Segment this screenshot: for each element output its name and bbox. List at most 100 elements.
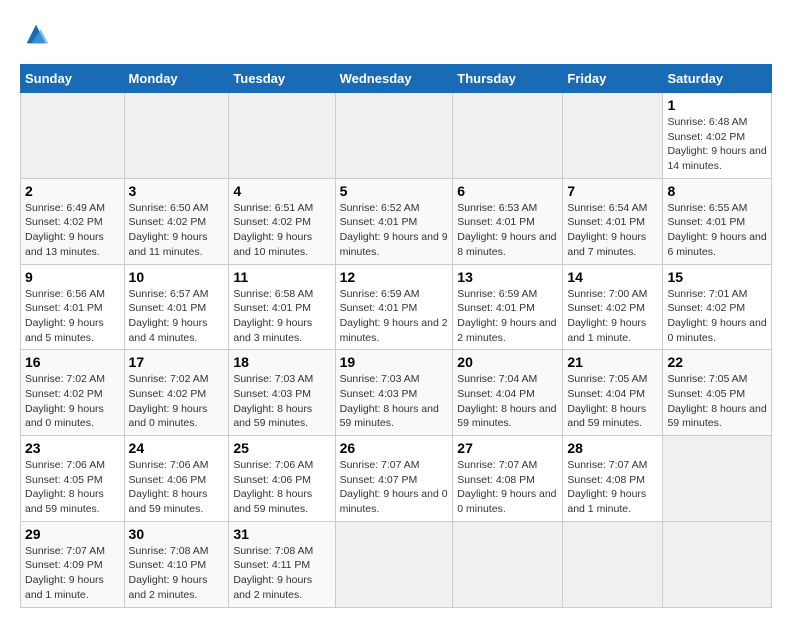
day-number: 2: [25, 183, 120, 199]
calendar-cell: 17 Sunrise: 7:02 AMSunset: 4:02 PMDaylig…: [124, 350, 229, 436]
calendar-cell: 5 Sunrise: 6:52 AMSunset: 4:01 PMDayligh…: [335, 178, 453, 264]
day-number: 15: [667, 269, 767, 285]
day-info: Sunrise: 6:51 AMSunset: 4:02 PMDaylight:…: [233, 202, 313, 258]
day-info: Sunrise: 7:02 AMSunset: 4:02 PMDaylight:…: [129, 373, 209, 429]
header-monday: Monday: [124, 65, 229, 93]
day-info: Sunrise: 6:48 AMSunset: 4:02 PMDaylight:…: [667, 116, 766, 172]
calendar-week-3: 9 Sunrise: 6:56 AMSunset: 4:01 PMDayligh…: [21, 264, 772, 350]
day-info: Sunrise: 6:59 AMSunset: 4:01 PMDaylight:…: [340, 288, 448, 344]
calendar-cell: 3 Sunrise: 6:50 AMSunset: 4:02 PMDayligh…: [124, 178, 229, 264]
calendar-week-5: 23 Sunrise: 7:06 AMSunset: 4:05 PMDaylig…: [21, 436, 772, 522]
day-info: Sunrise: 7:00 AMSunset: 4:02 PMDaylight:…: [567, 288, 647, 344]
logo-icon: [22, 20, 50, 48]
calendar-header-row: SundayMondayTuesdayWednesdayThursdayFrid…: [21, 65, 772, 93]
day-number: 30: [129, 526, 225, 542]
day-info: Sunrise: 7:05 AMSunset: 4:04 PMDaylight:…: [567, 373, 647, 429]
calendar-cell: 24 Sunrise: 7:06 AMSunset: 4:06 PMDaylig…: [124, 436, 229, 522]
calendar-cell: [335, 521, 453, 607]
header-friday: Friday: [563, 65, 663, 93]
day-number: 25: [233, 440, 330, 456]
day-info: Sunrise: 7:07 AMSunset: 4:08 PMDaylight:…: [567, 459, 647, 515]
calendar-cell: 10 Sunrise: 6:57 AMSunset: 4:01 PMDaylig…: [124, 264, 229, 350]
day-info: Sunrise: 6:55 AMSunset: 4:01 PMDaylight:…: [667, 202, 766, 258]
day-number: 6: [457, 183, 558, 199]
header-tuesday: Tuesday: [229, 65, 335, 93]
day-info: Sunrise: 6:56 AMSunset: 4:01 PMDaylight:…: [25, 288, 105, 344]
calendar-cell: 20 Sunrise: 7:04 AMSunset: 4:04 PMDaylig…: [453, 350, 563, 436]
day-info: Sunrise: 6:57 AMSunset: 4:01 PMDaylight:…: [129, 288, 209, 344]
calendar-cell: 21 Sunrise: 7:05 AMSunset: 4:04 PMDaylig…: [563, 350, 663, 436]
calendar-cell: [21, 93, 125, 179]
day-number: 10: [129, 269, 225, 285]
day-number: 20: [457, 354, 558, 370]
day-number: 5: [340, 183, 449, 199]
calendar-cell: 30 Sunrise: 7:08 AMSunset: 4:10 PMDaylig…: [124, 521, 229, 607]
day-info: Sunrise: 7:06 AMSunset: 4:05 PMDaylight:…: [25, 459, 105, 515]
day-info: Sunrise: 7:07 AMSunset: 4:09 PMDaylight:…: [25, 545, 105, 601]
calendar-cell: 1 Sunrise: 6:48 AMSunset: 4:02 PMDayligh…: [663, 93, 772, 179]
calendar-cell: 26 Sunrise: 7:07 AMSunset: 4:07 PMDaylig…: [335, 436, 453, 522]
calendar-cell: 19 Sunrise: 7:03 AMSunset: 4:03 PMDaylig…: [335, 350, 453, 436]
calendar-cell: 11 Sunrise: 6:58 AMSunset: 4:01 PMDaylig…: [229, 264, 335, 350]
calendar-cell: [335, 93, 453, 179]
day-number: 8: [667, 183, 767, 199]
calendar-cell: 15 Sunrise: 7:01 AMSunset: 4:02 PMDaylig…: [663, 264, 772, 350]
calendar-week-6: 29 Sunrise: 7:07 AMSunset: 4:09 PMDaylig…: [21, 521, 772, 607]
calendar-week-1: 1 Sunrise: 6:48 AMSunset: 4:02 PMDayligh…: [21, 93, 772, 179]
calendar-cell: 2 Sunrise: 6:49 AMSunset: 4:02 PMDayligh…: [21, 178, 125, 264]
day-info: Sunrise: 7:07 AMSunset: 4:08 PMDaylight:…: [457, 459, 556, 515]
calendar-cell: [453, 93, 563, 179]
calendar-cell: [124, 93, 229, 179]
day-info: Sunrise: 7:03 AMSunset: 4:03 PMDaylight:…: [233, 373, 313, 429]
calendar-cell: [229, 93, 335, 179]
day-number: 11: [233, 269, 330, 285]
day-info: Sunrise: 7:05 AMSunset: 4:05 PMDaylight:…: [667, 373, 766, 429]
calendar-week-4: 16 Sunrise: 7:02 AMSunset: 4:02 PMDaylig…: [21, 350, 772, 436]
day-info: Sunrise: 6:58 AMSunset: 4:01 PMDaylight:…: [233, 288, 313, 344]
day-info: Sunrise: 7:06 AMSunset: 4:06 PMDaylight:…: [233, 459, 313, 515]
day-number: 16: [25, 354, 120, 370]
day-info: Sunrise: 7:06 AMSunset: 4:06 PMDaylight:…: [129, 459, 209, 515]
calendar-cell: [663, 521, 772, 607]
day-info: Sunrise: 6:59 AMSunset: 4:01 PMDaylight:…: [457, 288, 556, 344]
day-number: 7: [567, 183, 658, 199]
day-number: 21: [567, 354, 658, 370]
calendar-cell: 6 Sunrise: 6:53 AMSunset: 4:01 PMDayligh…: [453, 178, 563, 264]
header-saturday: Saturday: [663, 65, 772, 93]
calendar-cell: 27 Sunrise: 7:07 AMSunset: 4:08 PMDaylig…: [453, 436, 563, 522]
page-header: [20, 20, 772, 48]
calendar-cell: [563, 93, 663, 179]
calendar-week-2: 2 Sunrise: 6:49 AMSunset: 4:02 PMDayligh…: [21, 178, 772, 264]
day-number: 4: [233, 183, 330, 199]
day-number: 22: [667, 354, 767, 370]
day-info: Sunrise: 7:07 AMSunset: 4:07 PMDaylight:…: [340, 459, 448, 515]
header-wednesday: Wednesday: [335, 65, 453, 93]
day-info: Sunrise: 6:50 AMSunset: 4:02 PMDaylight:…: [129, 202, 209, 258]
day-number: 1: [667, 97, 767, 113]
calendar-cell: [453, 521, 563, 607]
calendar-cell: 12 Sunrise: 6:59 AMSunset: 4:01 PMDaylig…: [335, 264, 453, 350]
header-sunday: Sunday: [21, 65, 125, 93]
day-number: 9: [25, 269, 120, 285]
calendar-cell: 31 Sunrise: 7:08 AMSunset: 4:11 PMDaylig…: [229, 521, 335, 607]
day-number: 28: [567, 440, 658, 456]
day-info: Sunrise: 7:04 AMSunset: 4:04 PMDaylight:…: [457, 373, 556, 429]
day-info: Sunrise: 7:08 AMSunset: 4:10 PMDaylight:…: [129, 545, 209, 601]
logo: [20, 20, 50, 48]
day-info: Sunrise: 7:02 AMSunset: 4:02 PMDaylight:…: [25, 373, 105, 429]
day-info: Sunrise: 7:01 AMSunset: 4:02 PMDaylight:…: [667, 288, 766, 344]
calendar-cell: [663, 436, 772, 522]
calendar-cell: 8 Sunrise: 6:55 AMSunset: 4:01 PMDayligh…: [663, 178, 772, 264]
day-info: Sunrise: 6:49 AMSunset: 4:02 PMDaylight:…: [25, 202, 105, 258]
calendar-cell: [563, 521, 663, 607]
day-info: Sunrise: 7:08 AMSunset: 4:11 PMDaylight:…: [233, 545, 313, 601]
calendar-cell: 13 Sunrise: 6:59 AMSunset: 4:01 PMDaylig…: [453, 264, 563, 350]
day-info: Sunrise: 6:53 AMSunset: 4:01 PMDaylight:…: [457, 202, 556, 258]
calendar-cell: 22 Sunrise: 7:05 AMSunset: 4:05 PMDaylig…: [663, 350, 772, 436]
calendar-cell: 28 Sunrise: 7:07 AMSunset: 4:08 PMDaylig…: [563, 436, 663, 522]
calendar-cell: 18 Sunrise: 7:03 AMSunset: 4:03 PMDaylig…: [229, 350, 335, 436]
calendar-cell: 23 Sunrise: 7:06 AMSunset: 4:05 PMDaylig…: [21, 436, 125, 522]
day-number: 18: [233, 354, 330, 370]
day-number: 27: [457, 440, 558, 456]
day-number: 12: [340, 269, 449, 285]
